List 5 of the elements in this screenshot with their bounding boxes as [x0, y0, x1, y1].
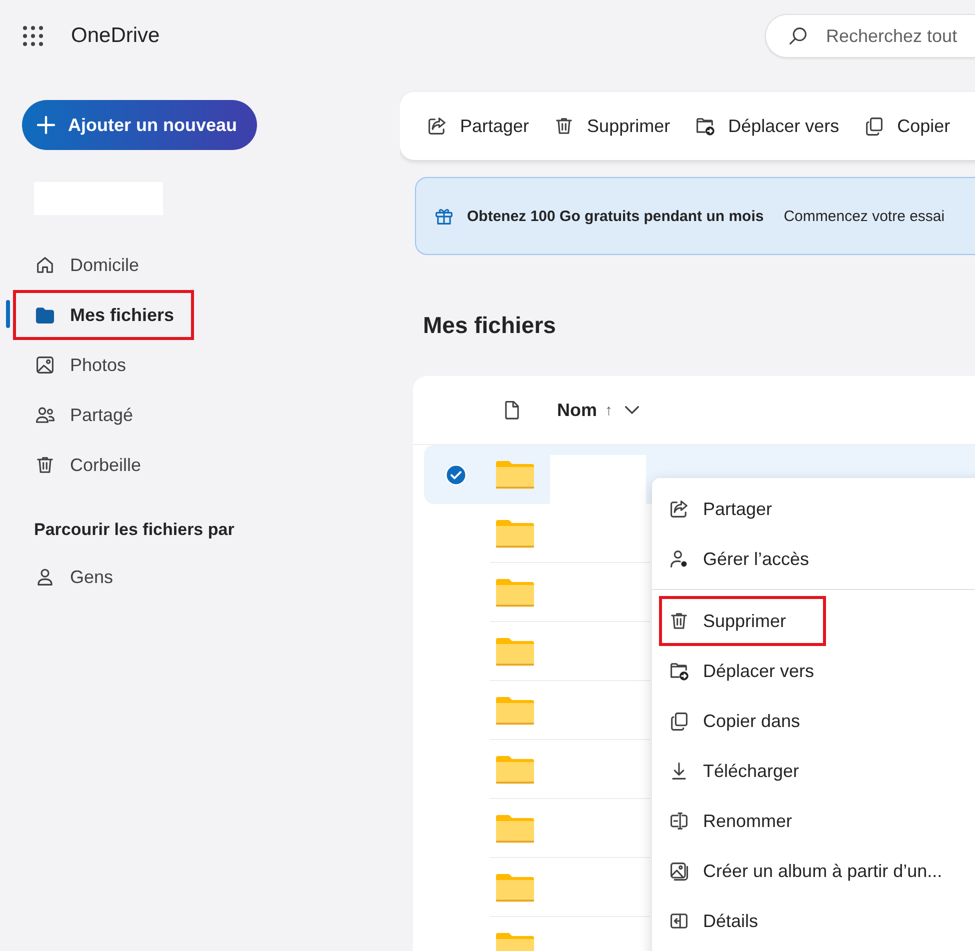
app-title: OneDrive	[71, 24, 160, 48]
banner-title: Obtenez 100 Go gratuits pendant un mois	[467, 208, 764, 224]
page-heading: Mes fichiers	[423, 311, 556, 340]
section-heading: Parcourir les fichiers par	[34, 520, 236, 540]
banner-text: Commencez votre essai	[784, 208, 945, 224]
